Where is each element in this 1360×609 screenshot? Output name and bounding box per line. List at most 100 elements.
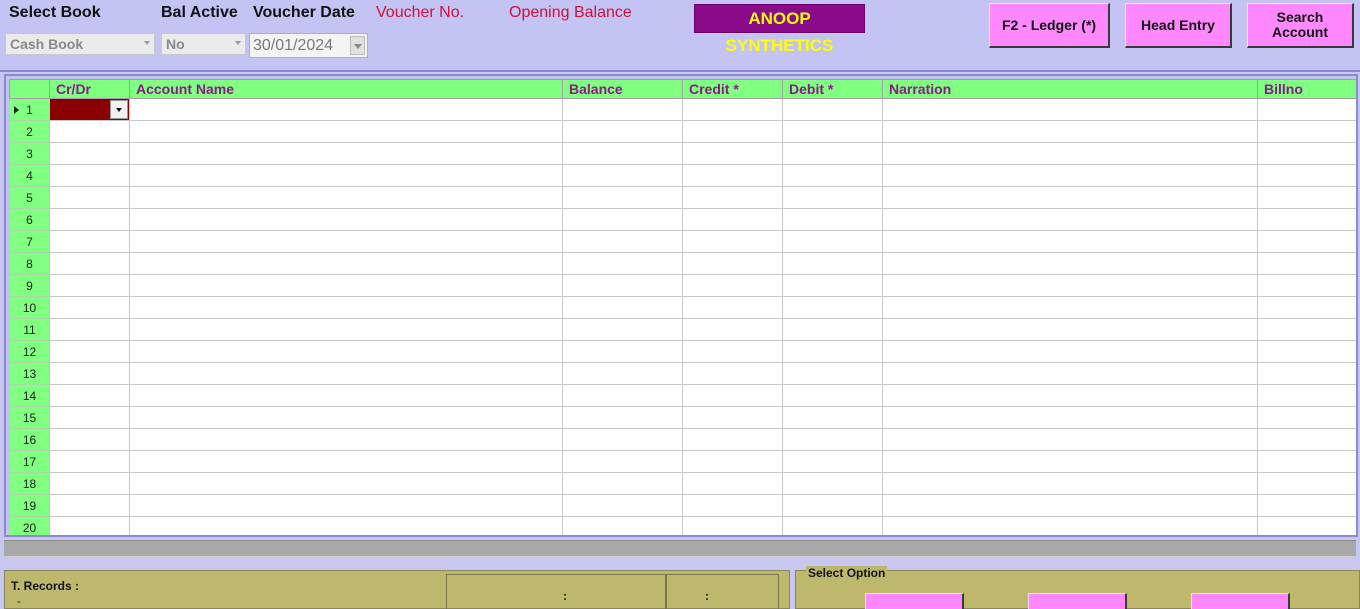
billno-cell[interactable] (1257, 120, 1356, 143)
billno-cell[interactable] (1257, 186, 1356, 209)
column-header-billno[interactable]: Billno (1257, 79, 1356, 99)
voucher-date-picker[interactable]: 30/01/2024 (249, 33, 368, 58)
narration-cell[interactable] (882, 362, 1258, 385)
account-name-cell[interactable] (129, 516, 563, 535)
column-header-crdr[interactable]: Cr/Dr (49, 79, 130, 99)
debit-cell[interactable] (782, 274, 883, 297)
crdr-cell[interactable] (49, 428, 130, 451)
account-name-cell[interactable] (129, 98, 563, 121)
balance-cell[interactable] (562, 252, 683, 275)
narration-cell[interactable] (882, 164, 1258, 187)
table-row[interactable]: 5 (9, 186, 1356, 209)
credit-cell[interactable] (682, 450, 783, 473)
credit-cell[interactable] (682, 406, 783, 429)
row-header[interactable]: 13 (9, 362, 50, 385)
balance-cell[interactable] (562, 362, 683, 385)
credit-cell[interactable] (682, 516, 783, 535)
billno-cell[interactable] (1257, 296, 1356, 319)
narration-cell[interactable] (882, 98, 1258, 121)
credit-cell[interactable] (682, 186, 783, 209)
table-row[interactable]: 6 (9, 208, 1356, 231)
narration-cell[interactable] (882, 142, 1258, 165)
table-row[interactable]: 1 (9, 98, 1356, 121)
balance-cell[interactable] (562, 274, 683, 297)
f2-ledger-button[interactable]: F2 - Ledger (*) (989, 3, 1110, 48)
debit-cell[interactable] (782, 120, 883, 143)
billno-cell[interactable] (1257, 252, 1356, 275)
narration-cell[interactable] (882, 340, 1258, 363)
debit-cell[interactable] (782, 230, 883, 253)
column-header-narration[interactable]: Narration (882, 79, 1258, 99)
account-name-cell[interactable] (129, 208, 563, 231)
row-header[interactable]: 2 (9, 120, 50, 143)
billno-cell[interactable] (1257, 164, 1356, 187)
credit-cell[interactable] (682, 494, 783, 517)
balance-cell[interactable] (562, 516, 683, 535)
balance-cell[interactable] (562, 428, 683, 451)
account-name-cell[interactable] (129, 186, 563, 209)
table-row[interactable]: 18 (9, 472, 1356, 495)
credit-cell[interactable] (682, 208, 783, 231)
bal-active-combo[interactable]: No (161, 33, 246, 55)
account-name-cell[interactable] (129, 164, 563, 187)
debit-cell[interactable] (782, 208, 883, 231)
balance-cell[interactable] (562, 230, 683, 253)
account-name-cell[interactable] (129, 362, 563, 385)
account-name-cell[interactable] (129, 230, 563, 253)
row-header[interactable]: 12 (9, 340, 50, 363)
chevron-down-icon[interactable] (144, 41, 150, 45)
row-header[interactable]: 14 (9, 384, 50, 407)
crdr-cell[interactable] (49, 494, 130, 517)
narration-cell[interactable] (882, 450, 1258, 473)
option-button-3[interactable] (1191, 593, 1290, 609)
balance-cell[interactable] (562, 318, 683, 341)
table-row[interactable]: 7 (9, 230, 1356, 253)
crdr-cell[interactable] (49, 164, 130, 187)
crdr-cell-active[interactable] (49, 98, 130, 121)
row-header[interactable]: 5 (9, 186, 50, 209)
account-name-cell[interactable] (129, 252, 563, 275)
balance-cell[interactable] (562, 120, 683, 143)
debit-cell[interactable] (782, 142, 883, 165)
row-header[interactable]: 6 (9, 208, 50, 231)
balance-cell[interactable] (562, 98, 683, 121)
debit-cell[interactable] (782, 472, 883, 495)
row-header[interactable]: 20 (9, 516, 50, 535)
account-name-cell[interactable] (129, 450, 563, 473)
crdr-cell[interactable] (49, 186, 130, 209)
debit-cell[interactable] (782, 516, 883, 535)
balance-cell[interactable] (562, 494, 683, 517)
narration-cell[interactable] (882, 472, 1258, 495)
balance-cell[interactable] (562, 164, 683, 187)
table-row[interactable]: 8 (9, 252, 1356, 275)
narration-cell[interactable] (882, 208, 1258, 231)
narration-cell[interactable] (882, 318, 1258, 341)
credit-cell[interactable] (682, 252, 783, 275)
account-name-cell[interactable] (129, 120, 563, 143)
narration-cell[interactable] (882, 494, 1258, 517)
row-header[interactable]: 16 (9, 428, 50, 451)
account-name-cell[interactable] (129, 406, 563, 429)
row-header[interactable]: 1 (9, 98, 50, 121)
crdr-cell[interactable] (49, 340, 130, 363)
narration-cell[interactable] (882, 406, 1258, 429)
row-header[interactable]: 8 (9, 252, 50, 275)
row-header[interactable]: 7 (9, 230, 50, 253)
credit-cell[interactable] (682, 318, 783, 341)
crdr-cell[interactable] (49, 384, 130, 407)
account-name-cell[interactable] (129, 274, 563, 297)
account-name-cell[interactable] (129, 296, 563, 319)
credit-cell[interactable] (682, 142, 783, 165)
billno-cell[interactable] (1257, 318, 1356, 341)
narration-cell[interactable] (882, 230, 1258, 253)
narration-cell[interactable] (882, 384, 1258, 407)
row-header[interactable]: 4 (9, 164, 50, 187)
select-book-combo[interactable]: Cash Book (5, 33, 155, 55)
debit-cell[interactable] (782, 428, 883, 451)
debit-cell[interactable] (782, 362, 883, 385)
crdr-cell[interactable] (49, 296, 130, 319)
balance-cell[interactable] (562, 472, 683, 495)
crdr-cell[interactable] (49, 230, 130, 253)
crdr-cell[interactable] (49, 274, 130, 297)
row-header[interactable]: 9 (9, 274, 50, 297)
